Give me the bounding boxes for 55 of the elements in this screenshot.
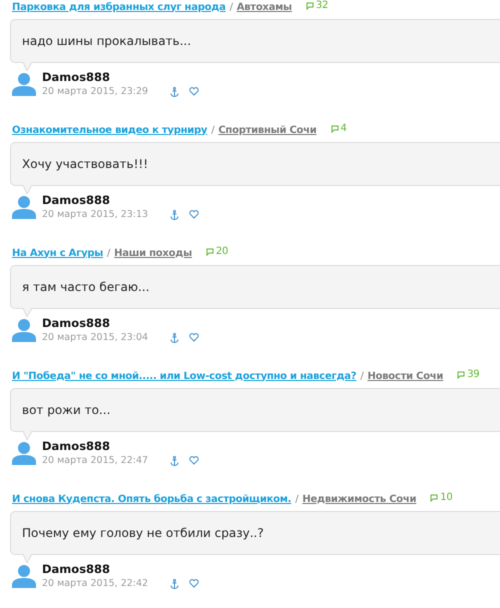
author-name[interactable]: Damos888	[42, 439, 200, 453]
comment-date: 20 марта 2015, 22:47	[42, 455, 148, 466]
separator: /	[211, 124, 214, 136]
comment-date: 20 марта 2015, 23:13	[42, 209, 148, 220]
comment-date: 20 марта 2015, 22:42	[42, 578, 148, 589]
heart-icon[interactable]	[189, 456, 200, 465]
comment-date: 20 марта 2015, 23:04	[42, 332, 148, 343]
comment-text: надо шины прокалывать...	[22, 34, 192, 48]
comment-count: 10	[430, 492, 453, 503]
comment-text: Почему ему голову не отбили сразу..?	[22, 526, 264, 540]
post-title-link[interactable]: И "Победа" не со мной..... или Low-cost доступно и навсегда?	[12, 370, 356, 382]
comment-text: Хочу участвовать!!!	[22, 157, 148, 171]
category-link[interactable]: Новости Сочи	[367, 370, 444, 382]
anchor-icon[interactable]	[170, 332, 180, 342]
heart-icon[interactable]	[189, 579, 200, 588]
separator: /	[295, 494, 298, 504]
post-title-link[interactable]: На Ахун с Агуры	[12, 248, 104, 258]
comment-text: я там часто бегаю...	[22, 280, 150, 294]
anchor-icon[interactable]	[170, 86, 180, 96]
category-link[interactable]: Наши походы	[114, 248, 192, 258]
category-link[interactable]: Недвижимость Сочи	[302, 494, 416, 504]
user-avatar-icon	[12, 440, 36, 464]
separator: /	[360, 370, 364, 382]
author-name[interactable]: Damos888	[42, 70, 200, 84]
heart-icon[interactable]	[189, 87, 200, 96]
user-avatar-icon	[12, 564, 36, 588]
author-name[interactable]: Damos888	[42, 193, 200, 207]
heart-icon[interactable]	[189, 210, 200, 219]
comment-count: 4	[330, 123, 347, 134]
speech-bubble-icon	[306, 2, 314, 10]
separator: /	[107, 248, 110, 258]
category-link[interactable]: Автохамы	[236, 2, 292, 12]
post-title-link[interactable]: Ознакомительное видео к турниру	[12, 124, 208, 136]
comment-count: 39	[457, 369, 480, 380]
speech-bubble-icon	[457, 370, 466, 378]
heart-icon[interactable]	[189, 333, 200, 342]
user-avatar-icon	[12, 72, 36, 96]
user-avatar-icon	[12, 194, 36, 218]
post-title-link[interactable]: И снова Кудепста. Опять борьба с застройщиком.	[12, 494, 292, 504]
comment-date: 20 марта 2015, 23:29	[42, 86, 148, 97]
comment-text: вот рожи то...	[22, 403, 110, 417]
anchor-icon[interactable]	[170, 456, 180, 466]
user-avatar-icon	[12, 318, 36, 342]
anchor-icon[interactable]	[170, 210, 180, 220]
comment-count: 32	[306, 0, 328, 11]
comment-count: 20	[206, 246, 228, 257]
speech-bubble-icon	[330, 124, 339, 132]
separator: /	[230, 2, 233, 12]
author-name[interactable]: Damos888	[42, 562, 200, 576]
anchor-icon[interactable]	[170, 578, 180, 588]
post-title-link[interactable]: Парковка для избранных слуг народа	[12, 2, 226, 12]
speech-bubble-icon	[206, 248, 214, 256]
category-link[interactable]: Спортивный Сочи	[218, 124, 317, 136]
speech-bubble-icon	[430, 494, 438, 502]
author-name[interactable]: Damos888	[42, 316, 200, 330]
